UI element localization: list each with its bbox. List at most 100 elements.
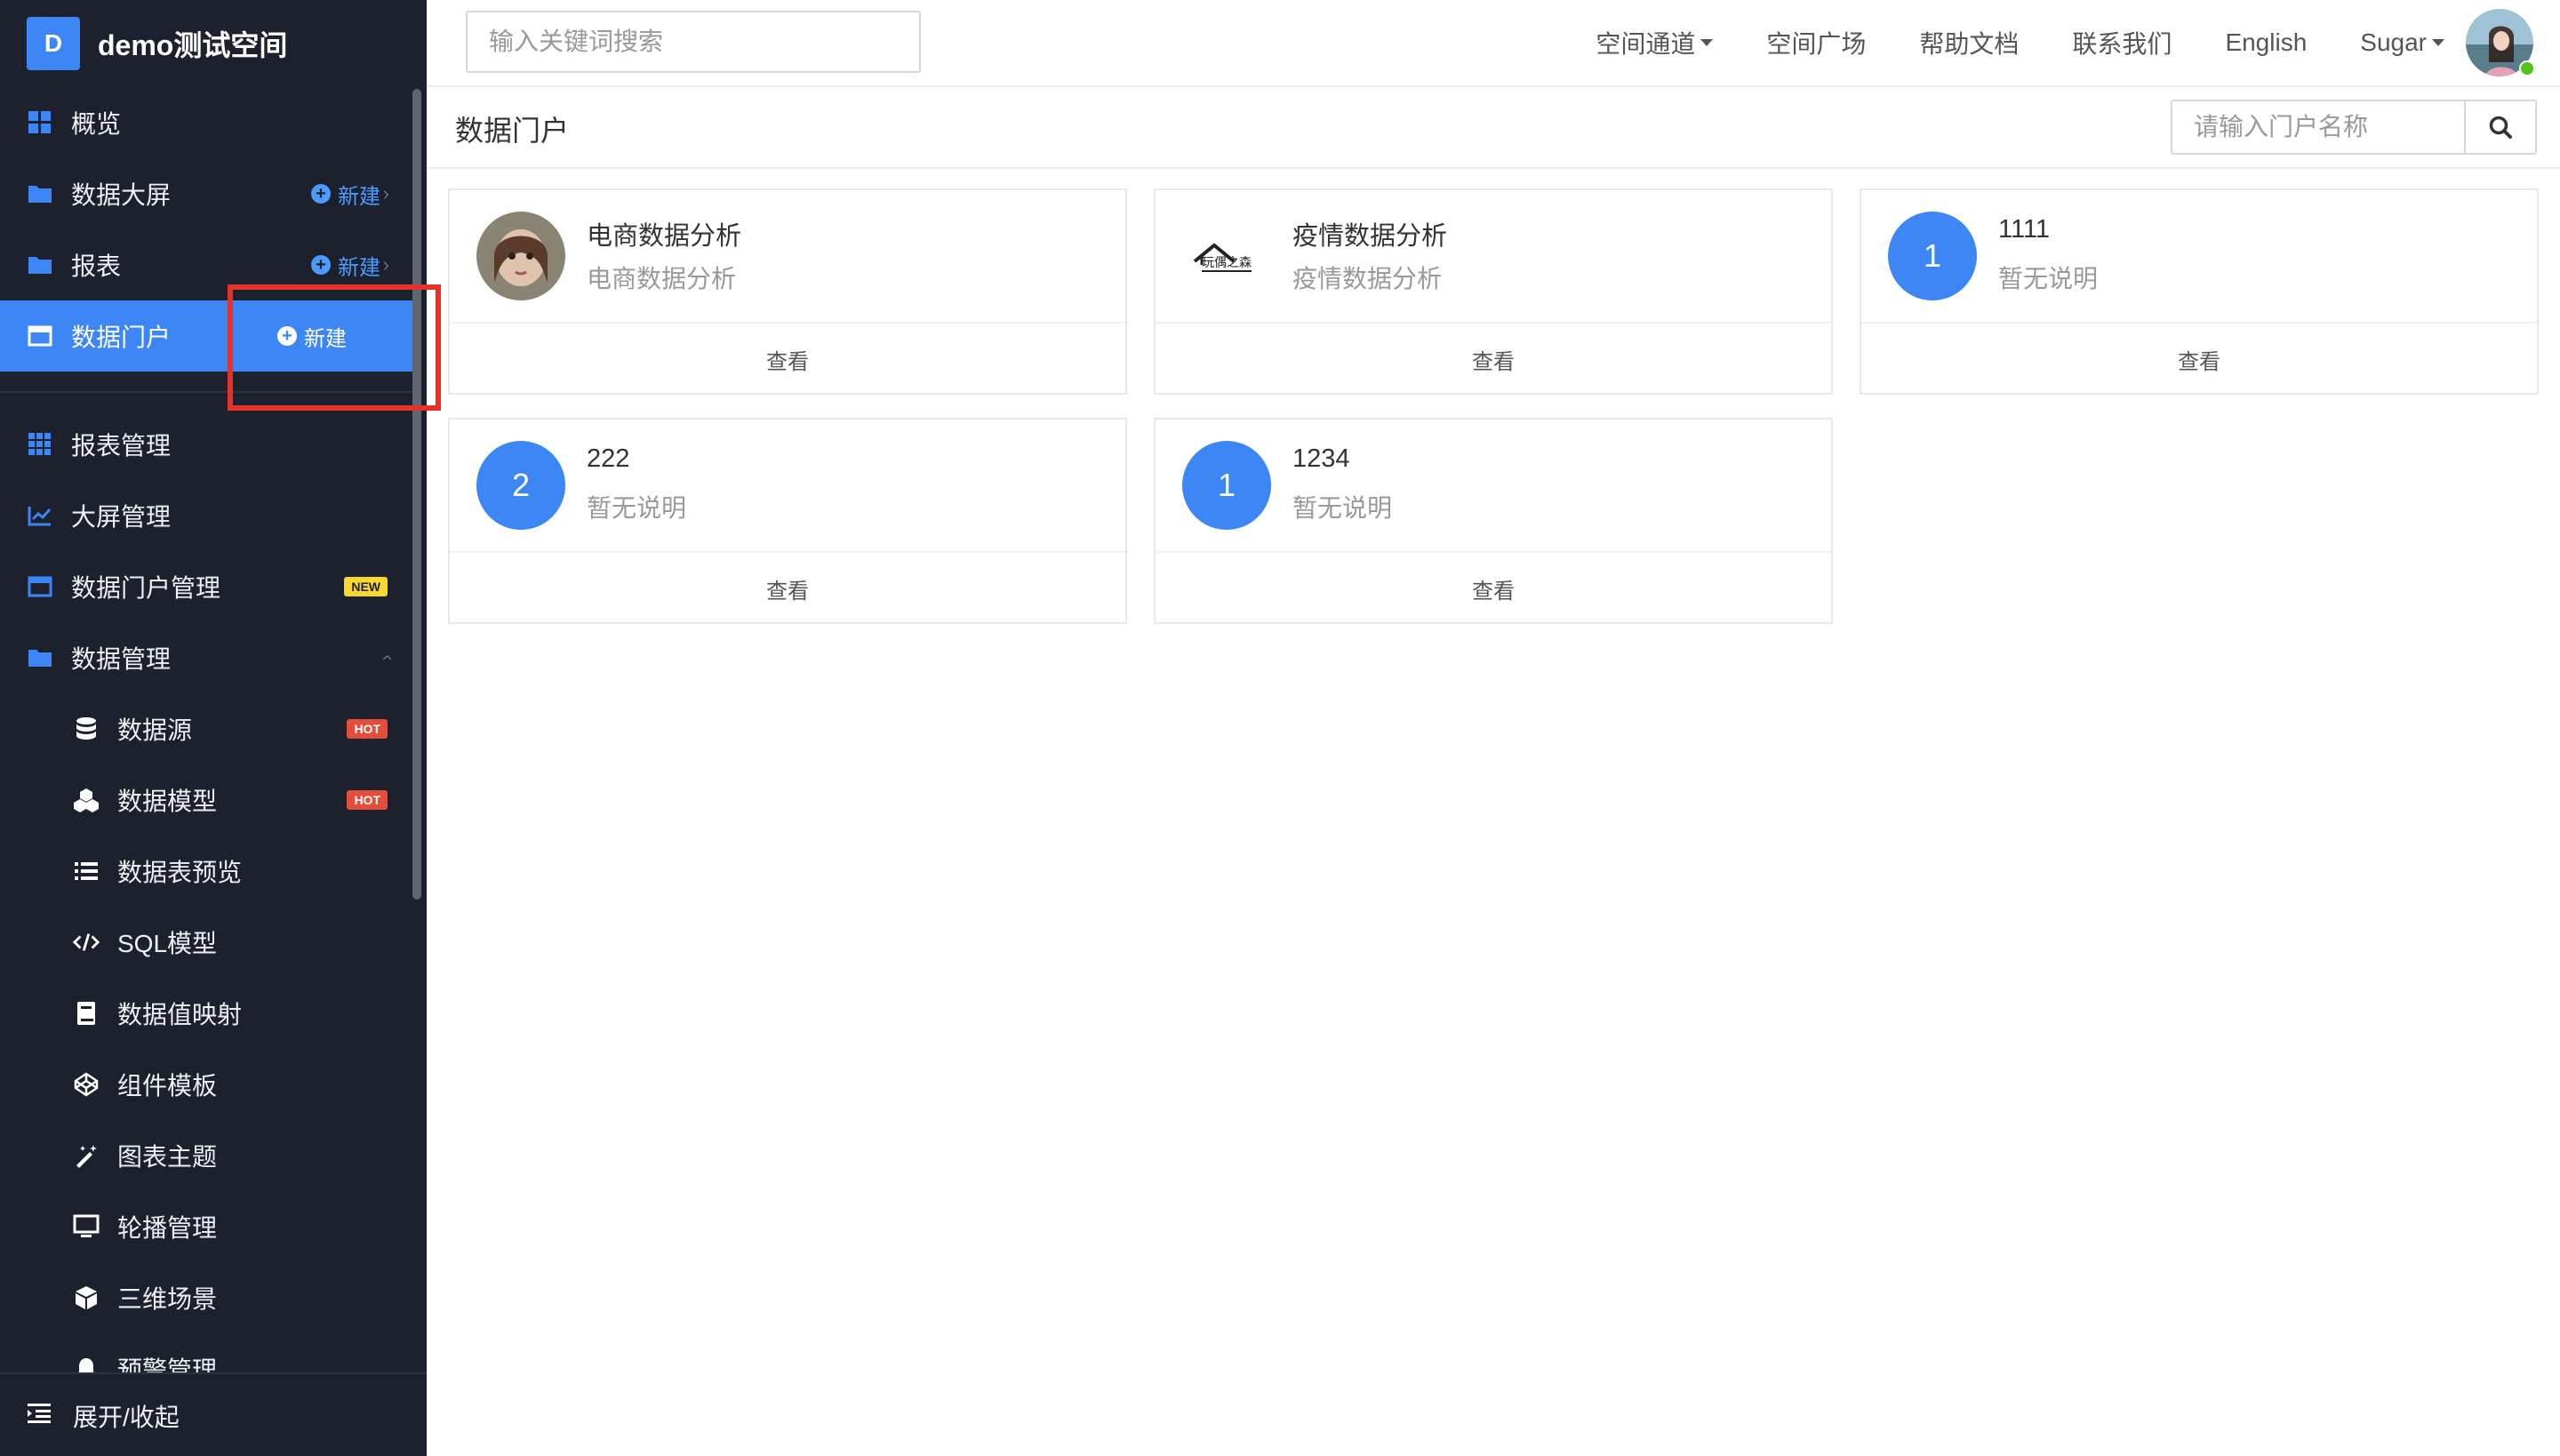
portal-desc: 暂无说明	[1292, 494, 1393, 522]
sidebar-item-data-portal[interactable]: 数据门户 + 新建	[0, 300, 416, 372]
portal-number-avatar: 2	[476, 441, 565, 530]
sidebar-divider	[0, 391, 416, 393]
sidebar-item-component-template[interactable]: 组件模板	[0, 1049, 416, 1120]
portal-number-avatar: 1	[1888, 212, 1977, 300]
new-label: 新建	[338, 184, 380, 209]
top-nav: 空间通道 空间广场 帮助文档 联系我们 English Sugar	[1542, 0, 2444, 85]
portal-desc: 电商数据分析	[587, 265, 737, 292]
portal-search	[2171, 100, 2537, 155]
brand[interactable]: D demo测试空间	[27, 17, 288, 70]
sidebar-item-screen-manage[interactable]: 大屏管理	[0, 480, 416, 551]
chevron-up-icon: ›	[374, 654, 397, 661]
hot-badge: HOT	[347, 719, 388, 739]
chevron-right-icon: ›	[382, 182, 389, 204]
database-icon	[73, 716, 100, 742]
book-icon	[73, 1000, 100, 1027]
portal-card[interactable]: 电商数据分析 电商数据分析 查看	[448, 188, 1127, 395]
list-icon	[73, 858, 100, 884]
sidebar-item-label: 数据大屏	[71, 181, 172, 209]
sidebar-item-value-mapping[interactable]: 数据值映射	[0, 978, 416, 1049]
monitor-icon	[73, 1213, 100, 1240]
folder-icon	[27, 252, 53, 278]
new-label: 新建	[338, 255, 380, 280]
new-report-button[interactable]: + 新建	[311, 250, 380, 281]
sidebar-item-portal-manage[interactable]: 数据门户管理 NEW	[0, 551, 416, 622]
grid-icon	[27, 109, 53, 136]
chevron-right-icon: ›	[382, 253, 389, 276]
sidebar-item-3d-scene[interactable]: 三维场景	[0, 1262, 416, 1333]
sidebar-item-report[interactable]: 报表 + 新建 ›	[0, 229, 416, 300]
folder-icon	[27, 180, 53, 207]
sidebar-item-label: 数据门户	[71, 324, 172, 351]
sidebar-item-label: 大屏管理	[71, 503, 172, 531]
new-data-portal-button[interactable]: + 新建	[277, 321, 347, 352]
hot-badge: HOT	[347, 790, 388, 810]
nav-space-square[interactable]: 空间广场	[1766, 25, 1866, 60]
portal-search-input[interactable]	[2172, 101, 2464, 153]
portal-logo: 玩偶之森	[1182, 212, 1271, 300]
portal-name: 1234	[1292, 444, 1350, 473]
view-button[interactable]: 查看	[450, 551, 1125, 624]
sidebar-item-label: 三维场景	[117, 1285, 218, 1313]
sidebar-item-label: 组件模板	[117, 1072, 218, 1100]
search-icon	[2489, 116, 2512, 139]
sidebar-toggle[interactable]: 展开/收起	[0, 1372, 427, 1456]
user-name: Sugar	[2360, 28, 2427, 56]
sidebar-toggle-label: 展开/收起	[73, 1404, 180, 1431]
plus-circle-icon: +	[311, 184, 331, 204]
view-button[interactable]: 查看	[1156, 322, 1831, 395]
nav-contact-us[interactable]: 联系我们	[2072, 25, 2172, 60]
codepen-icon	[73, 1071, 100, 1098]
window-icon	[27, 323, 53, 349]
sidebar-item-overview[interactable]: 概览	[0, 87, 416, 158]
sidebar-item-table-preview[interactable]: 数据表预览	[0, 836, 416, 907]
nav-space-channel[interactable]: 空间通道	[1596, 25, 1714, 60]
sidebar-item-data-model[interactable]: 数据模型 HOT	[0, 764, 416, 836]
indent-icon	[27, 1403, 53, 1429]
portal-name: 1111	[1998, 215, 2051, 244]
search-button[interactable]	[2464, 101, 2535, 153]
sidebar-item-label: 数据管理	[71, 645, 172, 673]
apps-icon	[27, 431, 53, 458]
portal-name: 疫情数据分析	[1292, 222, 1448, 251]
portal-card[interactable]: 1 1234 暂无说明 查看	[1154, 418, 1833, 624]
portal-card[interactable]: 2 222 暂无说明 查看	[448, 418, 1127, 624]
portal-name: 222	[587, 444, 630, 473]
nav-language[interactable]: English	[2225, 28, 2307, 57]
sidebar-item-label: 轮播管理	[117, 1214, 218, 1242]
online-status-dot	[2519, 60, 2535, 76]
sidebar-item-chart-theme[interactable]: 图表主题	[0, 1120, 416, 1191]
sidebar-item-data-manage[interactable]: 数据管理 ›	[0, 622, 416, 693]
sidebar-scrollbar[interactable]	[412, 89, 421, 900]
user-menu[interactable]: Sugar	[2360, 28, 2444, 57]
brand-logo: D	[27, 17, 80, 70]
sidebar-item-sql-model[interactable]: SQL模型	[0, 907, 416, 978]
portal-desc: 疫情数据分析	[1292, 265, 1443, 292]
global-search-input[interactable]	[466, 11, 921, 73]
page-header: 数据门户	[427, 87, 2560, 169]
cube-icon	[73, 1284, 100, 1311]
new-data-screen-button[interactable]: + 新建	[311, 179, 380, 210]
workspace-name: demo测试空间	[98, 29, 288, 61]
view-button[interactable]: 查看	[1861, 322, 2537, 395]
new-label: 新建	[304, 326, 347, 351]
sidebar-item-datasource[interactable]: 数据源 HOT	[0, 693, 416, 764]
portal-name: 电商数据分析	[587, 222, 742, 251]
portal-card[interactable]: 1 1111 暂无说明 查看	[1860, 188, 2539, 395]
sidebar-item-carousel-manage[interactable]: 轮播管理	[0, 1191, 416, 1262]
view-button[interactable]: 查看	[450, 322, 1125, 395]
cubes-icon	[73, 787, 100, 813]
sidebar-item-data-screen[interactable]: 数据大屏 + 新建 ›	[0, 158, 416, 229]
sidebar-item-label: 图表主题	[117, 1143, 218, 1171]
sidebar-item-label: 报表	[71, 252, 122, 280]
page-title: 数据门户	[455, 115, 570, 147]
portal-desc: 暂无说明	[1998, 265, 2099, 292]
sidebar: D demo测试空间 概览 数据大屏 + 新建 › 报表 + 新建 › 数据门户…	[0, 0, 427, 1456]
portal-card[interactable]: 玩偶之森 疫情数据分析 疫情数据分析 查看	[1154, 188, 1833, 395]
nav-help-docs[interactable]: 帮助文档	[1919, 25, 2019, 60]
sidebar-item-report-manage[interactable]: 报表管理	[0, 409, 416, 480]
view-button[interactable]: 查看	[1156, 551, 1831, 624]
sidebar-item-label: SQL模型	[117, 930, 218, 957]
sidebar-item-label: 数据表预览	[117, 859, 243, 886]
window-icon	[27, 573, 53, 600]
